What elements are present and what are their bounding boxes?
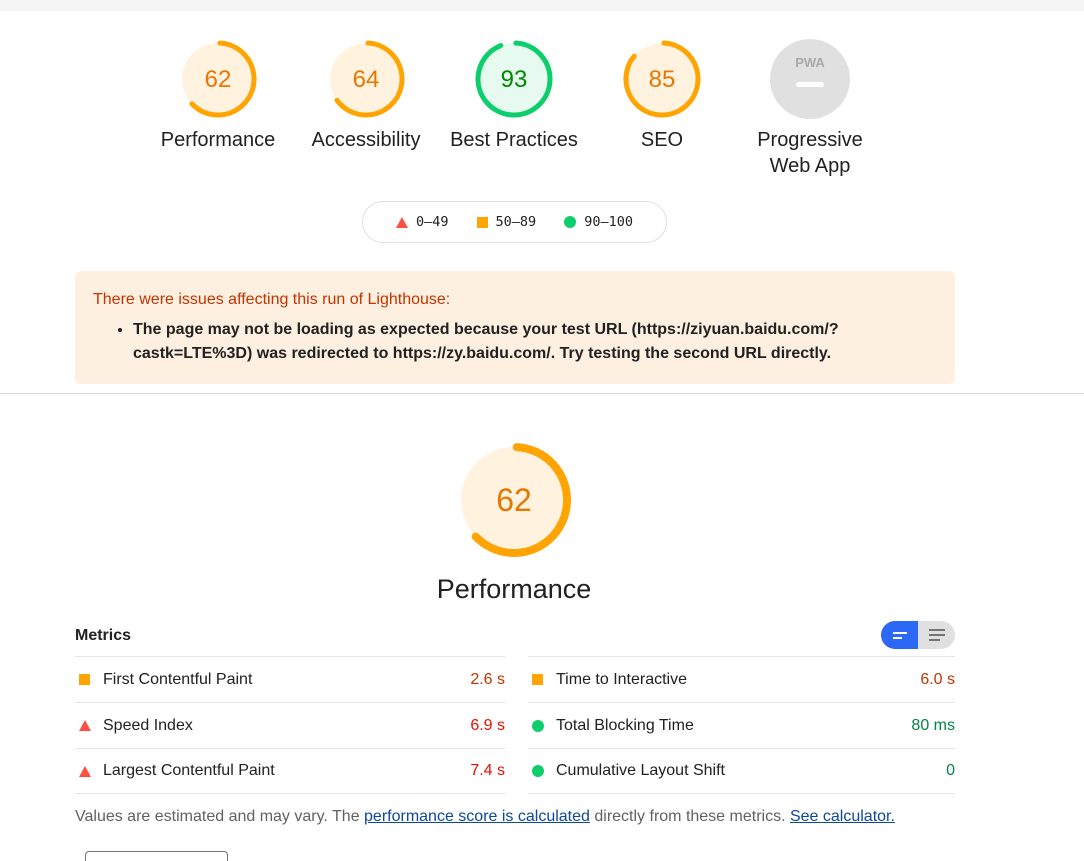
metric-row: Largest Contentful Paint 7.4 s — [75, 748, 505, 794]
metric-row: Total Blocking Time 80 ms — [528, 702, 955, 748]
compact-view-button[interactable] — [881, 621, 918, 649]
legend-item-fail: 0–49 — [396, 214, 449, 230]
warning-title: There were issues affecting this run of … — [93, 291, 451, 308]
lines-icon-part — [892, 636, 902, 639]
square-icon — [79, 674, 90, 685]
gauge-arc: 64 — [327, 40, 405, 118]
gauge-accessibility[interactable]: 64 Accessibility — [301, 38, 431, 153]
lines-icon — [892, 631, 907, 634]
gauge-label: Performance — [160, 129, 276, 151]
footnote-text: directly from these metrics. — [589, 808, 790, 825]
score-calculated-link[interactable]: performance score is calculated — [364, 808, 590, 825]
metric-name: Largest Contentful Paint — [103, 762, 275, 779]
metric-row: Time to Interactive 6.0 s — [528, 656, 955, 702]
circle-icon — [532, 719, 544, 732]
circle-icon — [564, 216, 577, 228]
legend-item-pass: 90–100 — [564, 214, 633, 230]
metric-name: Cumulative Layout Shift — [556, 762, 725, 779]
score-legend: 0–49 50–89 90–100 — [362, 201, 667, 243]
legend-range: 50–89 — [495, 214, 537, 230]
gauge-score: 64 — [353, 66, 380, 93]
metric-value: 7.4 s — [470, 762, 505, 779]
metrics-column-left: First Contentful Paint 2.6 s Speed Index… — [75, 656, 505, 794]
square-icon — [476, 216, 488, 228]
triangle-icon — [79, 720, 91, 731]
warning-list: The page may not be loading as expected … — [93, 318, 937, 366]
metric-row: Speed Index 6.9 s — [75, 702, 505, 748]
gauge-label: Accessibility — [311, 129, 421, 151]
footnote-text: Values are estimated and may vary. The — [75, 808, 365, 825]
metric-name: First Contentful Paint — [103, 670, 253, 688]
metric-row: First Contentful Paint 2.6 s — [75, 656, 505, 702]
performance-category-gauge[interactable]: 62 Performance — [434, 440, 594, 605]
gauge-arc: 93 — [475, 40, 553, 118]
see-calculator-link[interactable]: See calculator. — [790, 808, 895, 825]
expanded-view-button[interactable] — [918, 621, 955, 649]
run-warnings: There were issues affecting this run of … — [75, 271, 955, 384]
gauge-performance[interactable]: 62 Performance — [153, 38, 283, 153]
metric-name: Speed Index — [103, 716, 193, 734]
performance-score: 62 — [496, 482, 532, 518]
metric-value: 6.9 s — [470, 716, 505, 734]
metrics-footnote: Values are estimated and may vary. The p… — [75, 808, 895, 826]
gauge-label: Best Practices — [450, 129, 578, 151]
performance-gauge-arc: 62 — [457, 443, 571, 557]
metrics-column-right: Time to Interactive 6.0 s Total Blocking… — [528, 656, 955, 794]
gauge-score: 62 — [205, 66, 232, 93]
metric-row: Cumulative Layout Shift 0 — [528, 748, 955, 794]
pwa-badge: PWA — [795, 55, 825, 70]
gauge-label: Progressive Web App — [757, 129, 863, 177]
triangle-icon — [79, 765, 91, 777]
gauge-score: 93 — [501, 66, 528, 93]
legend-item-average: 50–89 — [476, 214, 537, 230]
gauge-best-practices[interactable]: 93 Best Practices — [449, 38, 579, 153]
metrics-view-toggle[interactable] — [881, 621, 955, 649]
circle-icon — [532, 765, 544, 777]
gauge-arc: 85 — [623, 40, 701, 118]
text-lines-icon-part — [928, 639, 940, 641]
section-divider — [0, 393, 1084, 394]
triangle-icon — [396, 216, 409, 228]
gauge-seo[interactable]: 85 SEO — [597, 38, 727, 153]
gauge-progressive-web-app[interactable]: PWA Progressive Web App — [745, 38, 875, 179]
metric-value: 2.6 s — [470, 670, 505, 688]
top-bar — [0, 0, 1084, 11]
text-lines-icon-part — [928, 634, 945, 636]
view-treemap-button[interactable] — [85, 851, 228, 861]
gauge-label: SEO — [640, 129, 684, 151]
metric-name: Total Blocking Time — [556, 716, 694, 734]
metric-name: Time to Interactive — [556, 670, 688, 688]
legend-range: 0–49 — [416, 214, 449, 230]
metric-value: 0 — [946, 762, 955, 779]
warning-item: The page may not be loading as expected … — [133, 318, 937, 366]
square-icon — [532, 674, 543, 685]
metric-value: 6.0 s — [920, 670, 955, 688]
text-lines-icon — [928, 629, 945, 631]
gauge-score: 85 — [649, 66, 676, 93]
gauge-arc: 62 — [179, 40, 257, 118]
pwa-icon: PWA — [770, 39, 850, 119]
performance-title: Performance — [436, 574, 592, 604]
metrics-title: Metrics — [75, 627, 132, 644]
metric-value: 80 ms — [911, 716, 955, 734]
legend-range: 90–100 — [584, 214, 633, 230]
